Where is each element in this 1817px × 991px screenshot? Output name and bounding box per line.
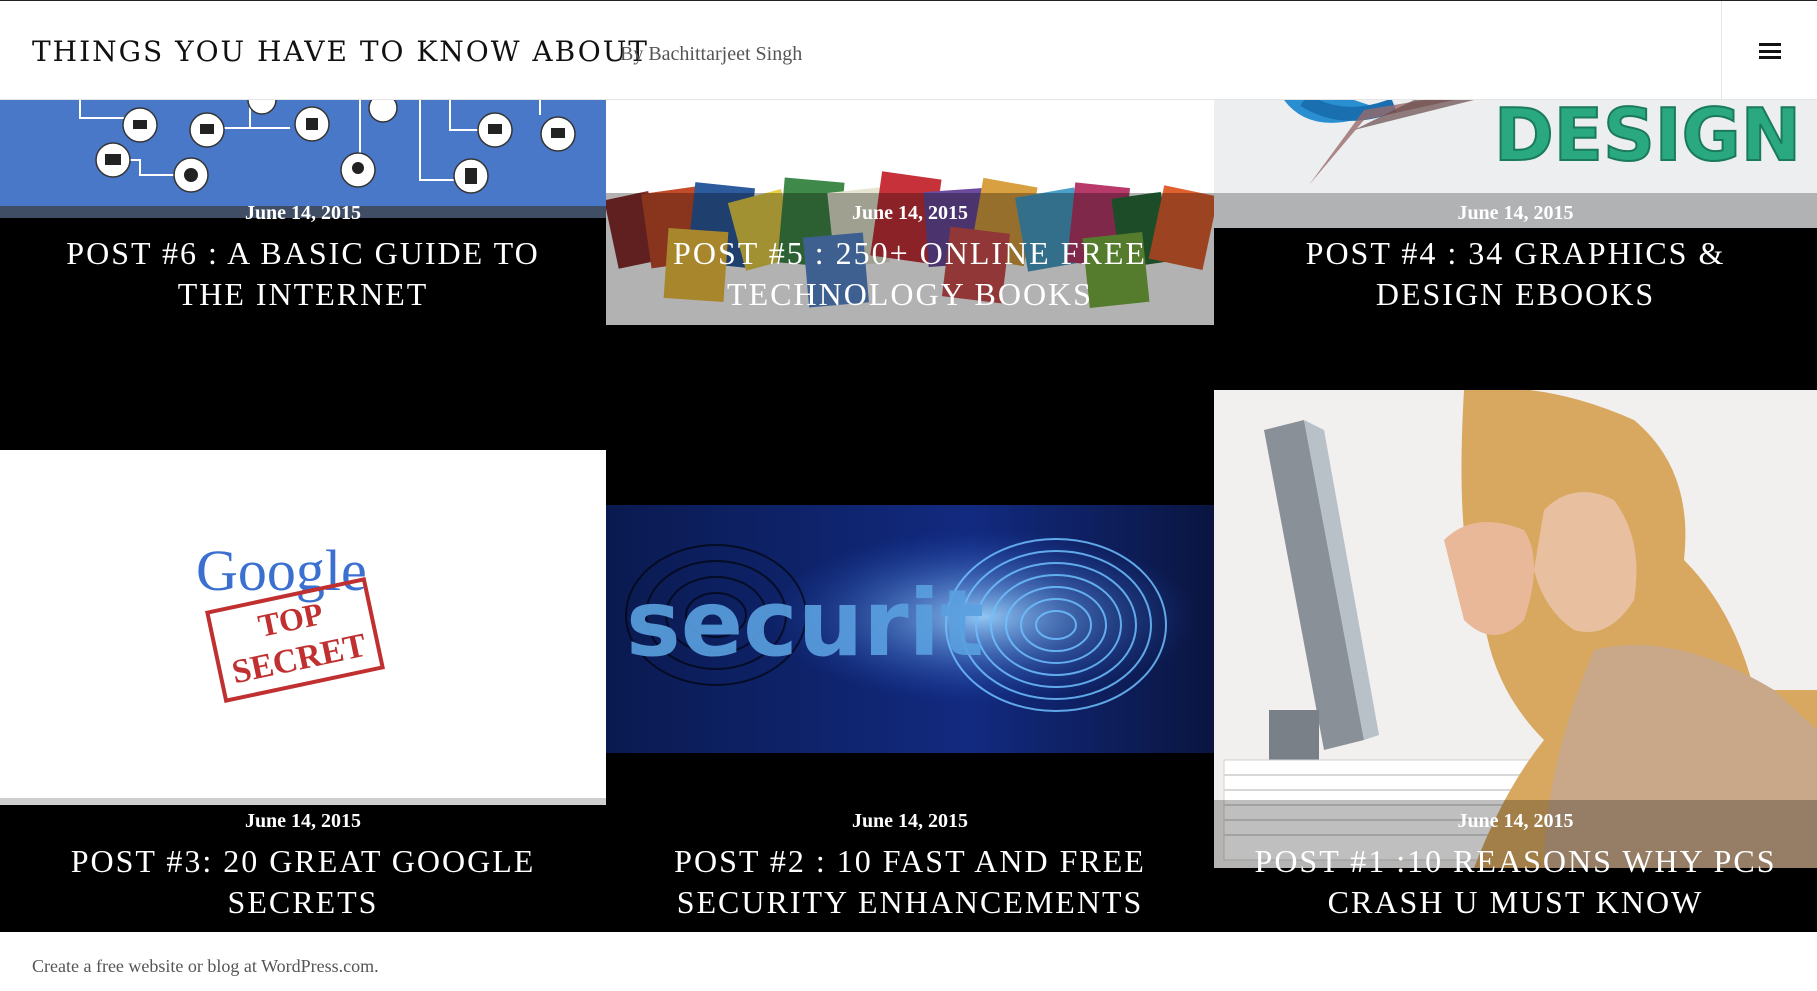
post-title-link[interactable]: POST #3: 20 GREAT GOOGLE SECRETS (71, 843, 536, 920)
svg-text:Google: Google (196, 538, 367, 603)
site-footer: Create a free website or blog at WordPre… (0, 932, 1817, 991)
post-title: POST #1 :10 REASONS WHY PCS CRASH U MUST… (1214, 841, 1817, 923)
post-card-4[interactable]: DESIGN June 14, 2015 POST #4 : 34 GRAPHI… (1214, 100, 1817, 390)
post-info: June 14, 2015 POST #1 :10 REASONS WHY PC… (1214, 810, 1817, 923)
posts-grid: June 14, 2015 POST #6 : A BASIC GUIDE TO… (0, 100, 1817, 932)
post-card-3[interactable]: Google TOP SECRET June 14, 2015 POST #3:… (0, 450, 606, 932)
hamburger-menu-icon (1758, 43, 1781, 59)
post-date[interactable]: June 14, 2015 (0, 810, 606, 833)
site-title[interactable]: THINGS YOU HAVE TO KNOW ABOUT (32, 35, 649, 68)
post-date[interactable]: June 14, 2015 (606, 202, 1214, 225)
post-date[interactable]: June 14, 2015 (1214, 202, 1817, 225)
post-card-2[interactable]: securit June 14, 2015 POST #2 : 10 FAST … (606, 505, 1214, 932)
post-date[interactable]: June 14, 2015 (606, 810, 1214, 833)
site-description: By Bachittarjeet Singh (620, 43, 803, 65)
internet-devices-thumbnail[interactable] (0, 100, 606, 218)
post-title: POST #5 : 250+ ONLINE FREE TECHNOLOGY BO… (606, 233, 1214, 315)
post-info: June 14, 2015 POST #3: 20 GREAT GOOGLE S… (0, 810, 606, 923)
post-card-5[interactable]: June 14, 2015 POST #5 : 250+ ONLINE FREE… (606, 100, 1214, 505)
post-title-link[interactable]: POST #6 : A BASIC GUIDE TO THE INTERNET (66, 235, 539, 312)
svg-text:DESIGN: DESIGN (1494, 100, 1801, 177)
svg-text:securit: securit (626, 570, 984, 677)
post-card-1[interactable]: June 14, 2015 POST #1 :10 REASONS WHY PC… (1214, 390, 1817, 932)
post-title-link[interactable]: POST #4 : 34 GRAPHICS & DESIGN EBOOKS (1306, 235, 1726, 312)
wordpress-credit-link[interactable]: Create a free website or blog at WordPre… (32, 956, 379, 977)
pcs-crash-thumbnail[interactable] (1214, 390, 1817, 868)
post-title-link[interactable]: POST #2 : 10 FAST AND FREE SECURITY ENHA… (674, 843, 1146, 920)
post-title-link[interactable]: POST #5 : 250+ ONLINE FREE TECHNOLOGY BO… (673, 235, 1147, 312)
site-header: THINGS YOU HAVE TO KNOW ABOUT By Bachitt… (0, 0, 1817, 101)
google-thumbnail[interactable]: Google TOP SECRET (0, 450, 606, 805)
post-title: POST #4 : 34 GRAPHICS & DESIGN EBOOKS (1214, 233, 1817, 315)
internet-devices-illustration (0, 100, 606, 218)
post-date[interactable]: June 14, 2015 (1214, 810, 1817, 833)
post-date[interactable]: June 14, 2015 (0, 202, 606, 225)
google-top-secret-stamp-image: Google TOP SECRET (0, 450, 606, 798)
menu-button[interactable] (1721, 1, 1817, 101)
security-thumbnail[interactable]: securit (606, 505, 1214, 753)
frustrated-woman-computer-image (1214, 390, 1817, 868)
post-info: June 14, 2015 POST #6 : A BASIC GUIDE TO… (0, 202, 606, 315)
post-card-6[interactable]: June 14, 2015 POST #6 : A BASIC GUIDE TO… (0, 100, 606, 450)
post-info: June 14, 2015 POST #5 : 250+ ONLINE FREE… (606, 202, 1214, 315)
post-title-link[interactable]: POST #1 :10 REASONS WHY PCS CRASH U MUST… (1255, 843, 1777, 920)
post-title: POST #6 : A BASIC GUIDE TO THE INTERNET (0, 233, 606, 315)
security-fingerprint-image: securit (606, 505, 1214, 753)
post-title: POST #2 : 10 FAST AND FREE SECURITY ENHA… (606, 841, 1214, 923)
post-title: POST #3: 20 GREAT GOOGLE SECRETS (0, 841, 606, 923)
post-info: June 14, 2015 POST #2 : 10 FAST AND FREE… (606, 810, 1214, 923)
post-info: June 14, 2015 POST #4 : 34 GRAPHICS & DE… (1214, 202, 1817, 315)
